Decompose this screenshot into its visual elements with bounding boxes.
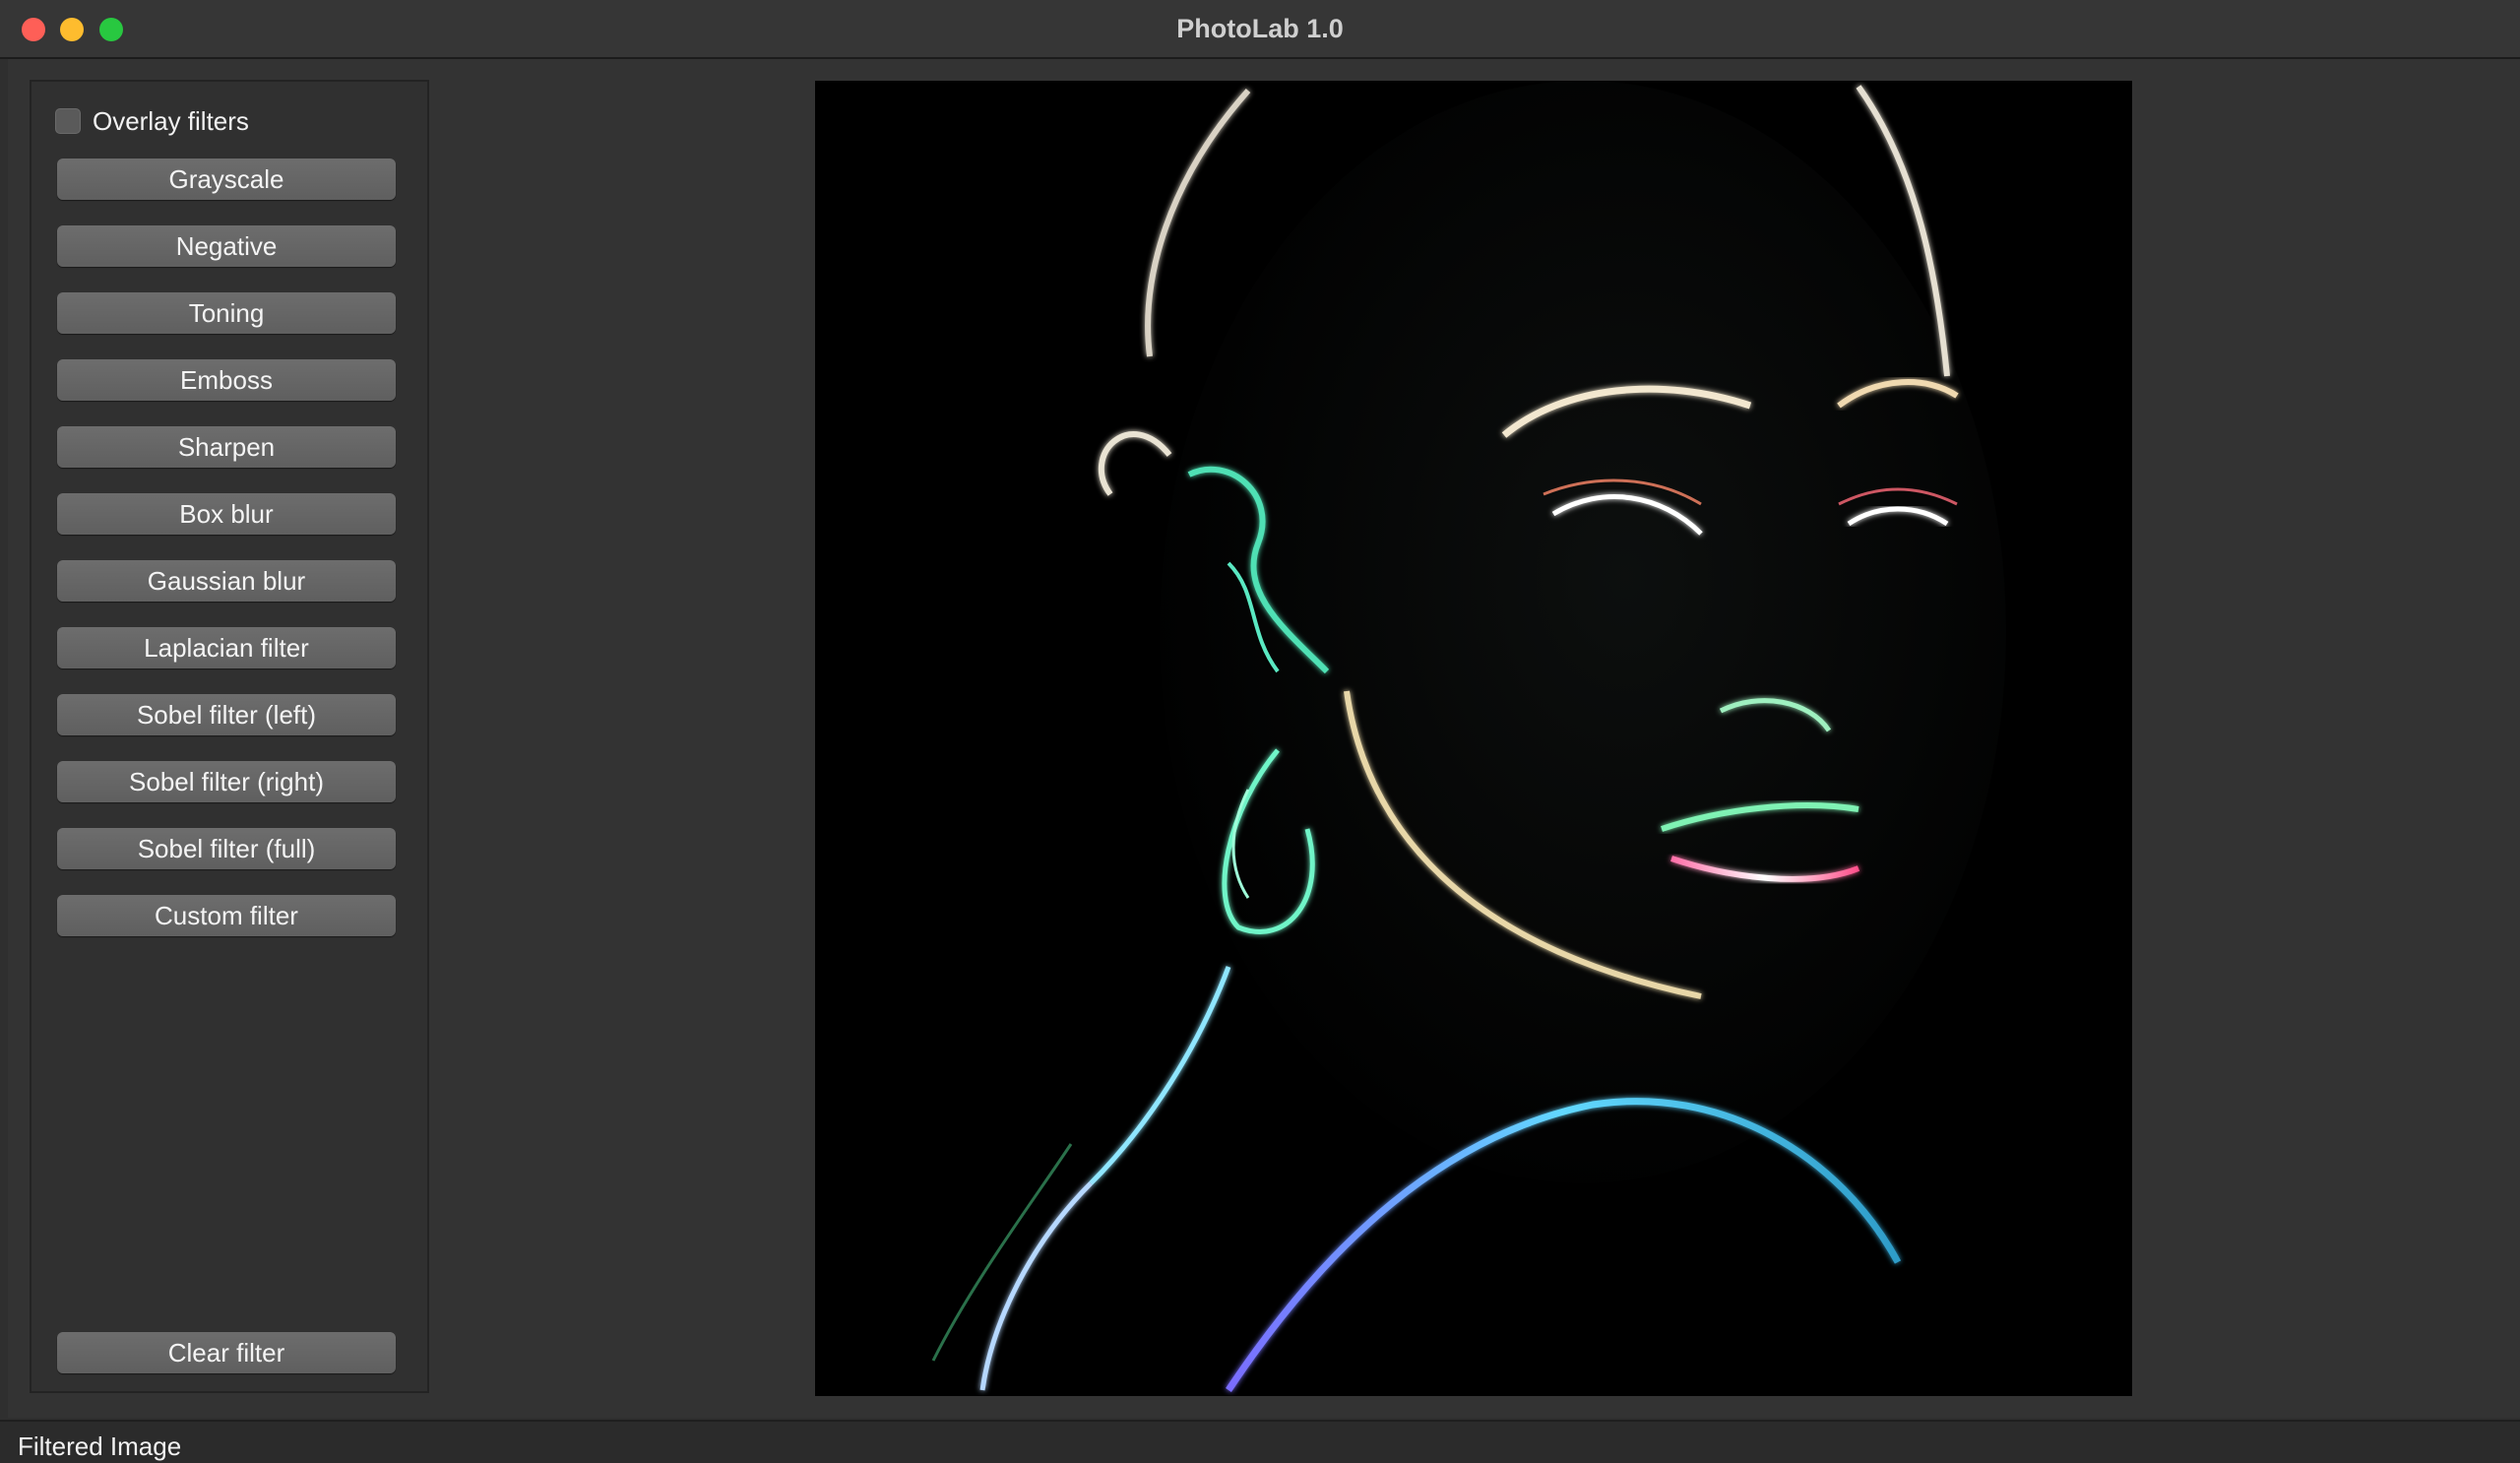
window-title: PhotoLab 1.0 [1176,14,1344,43]
minimize-window-button[interactable] [60,18,84,41]
sobel-right-button[interactable]: Sobel filter (right) [57,761,396,802]
clear-filter-button[interactable]: Clear filter [57,1332,396,1373]
toning-button[interactable]: Toning [57,292,396,334]
filter-panel: Overlay filters Grayscale Negative Tonin… [30,80,429,1393]
main-content: Overlay filters Grayscale Negative Tonin… [8,59,2520,1418]
sobel-full-button[interactable]: Sobel filter (full) [57,828,396,869]
gaussian-blur-button[interactable]: Gaussian blur [57,560,396,602]
box-blur-button[interactable]: Box blur [57,493,396,535]
overlay-filters-checkbox[interactable] [55,108,81,134]
overlay-filters-label: Overlay filters [93,105,249,136]
status-bar: Filtered Image [0,1420,2520,1463]
filtered-image-view [815,81,2132,1396]
zoom-window-button[interactable] [99,18,123,41]
close-window-button[interactable] [22,18,45,41]
title-bar[interactable]: PhotoLab 1.0 [0,0,2520,59]
grayscale-button[interactable]: Grayscale [57,159,396,200]
overlay-filters-toggle[interactable]: Overlay filters [55,103,249,139]
status-text: Filtered Image [18,1431,182,1461]
laplacian-filter-button[interactable]: Laplacian filter [57,627,396,668]
custom-filter-button[interactable]: Custom filter [57,895,396,936]
sobel-left-button[interactable]: Sobel filter (left) [57,694,396,735]
sharpen-button[interactable]: Sharpen [57,426,396,468]
filtered-portrait-image [815,81,2132,1396]
app-window: PhotoLab 1.0 Overlay filters Grayscale N… [0,0,2520,1463]
negative-button[interactable]: Negative [57,225,396,267]
emboss-button[interactable]: Emboss [57,359,396,401]
